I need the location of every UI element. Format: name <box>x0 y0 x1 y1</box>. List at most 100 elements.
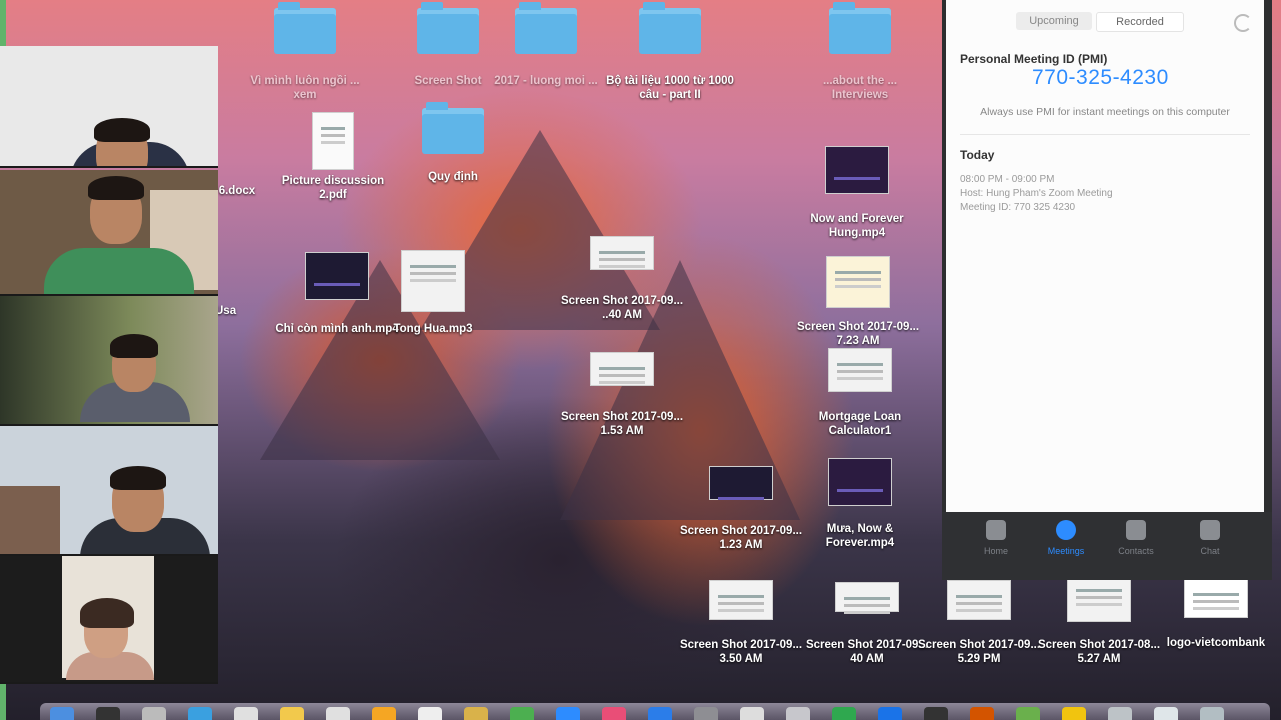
desktop-file[interactable]: Screen Shot 2017-09... 40 AM <box>802 582 932 666</box>
photos-icon[interactable] <box>372 707 396 720</box>
app-store-icon[interactable] <box>648 707 672 720</box>
settings-icon[interactable] <box>694 707 718 720</box>
participant-body <box>44 248 194 294</box>
screenshot-thumbnail-icon <box>835 582 899 612</box>
desktop-item-label: logo-vietcombank <box>1166 637 1266 649</box>
desktop-file[interactable]: Screen Shot 2017-09... 7.23 AM <box>793 256 923 348</box>
audio-file-icon <box>401 250 465 312</box>
desktop-item-label: Picture discussion 2.pdf <box>281 175 385 201</box>
participant-video-tile[interactable] <box>0 170 218 296</box>
participant-video-tile[interactable] <box>0 46 218 168</box>
desktop-file[interactable]: Screen Shot 2017-09... 3.50 AM <box>676 580 806 666</box>
messages-icon[interactable] <box>510 707 534 720</box>
safari-icon[interactable] <box>142 707 166 720</box>
desktop-item-label: Screen Shot 2017-09... 40 AM <box>805 639 929 665</box>
desktop-item-label: Screen Shot 2017-09... 1.23 AM <box>679 525 803 551</box>
desktop-item-label: Vì mình luôn ngồi ... xem <box>250 75 360 101</box>
participant-video-tile[interactable] <box>0 296 218 426</box>
tab-meetings[interactable]: Meetings <box>1036 520 1096 556</box>
meeting-time[interactable]: 08:00 PM - 09:00 PM <box>960 174 1055 185</box>
mail-icon[interactable] <box>188 707 212 720</box>
divider <box>960 134 1250 135</box>
desktop-item-label: Screen Shot 2017-09... 5.29 PM <box>917 639 1041 665</box>
music-icon[interactable] <box>602 707 626 720</box>
desktop-folder[interactable]: Quy định <box>388 102 518 184</box>
calendar-icon[interactable] <box>234 707 258 720</box>
screenshot-thumbnail-icon <box>947 580 1011 620</box>
meeting-id[interactable]: Meeting ID: 770 325 4230 <box>960 202 1075 213</box>
folder-icon <box>639 2 701 54</box>
app-icon[interactable] <box>1108 707 1132 720</box>
folder-icon <box>829 2 891 54</box>
reminders-icon[interactable] <box>326 707 350 720</box>
finder-icon[interactable] <box>50 707 74 720</box>
folder-icon <box>274 2 336 54</box>
zoom-meetings-panel: Upcoming Recorded Personal Meeting ID (P… <box>942 0 1272 580</box>
desktop-file[interactable]: Screen Shot 2017-09... 1.53 AM <box>557 352 687 438</box>
tab-label: Meetings <box>1047 546 1085 556</box>
desktop-folder[interactable]: Vì mình luôn ngồi ... xem <box>240 2 370 102</box>
app-icon[interactable] <box>418 707 442 720</box>
screenshot-thumbnail-icon <box>709 466 773 500</box>
pdf-icon <box>312 112 354 170</box>
meetings-card: Upcoming Recorded Personal Meeting ID (P… <box>946 0 1264 512</box>
desktop-folder[interactable]: ...about the ... Interviews <box>795 2 925 102</box>
desktop-folder[interactable]: Bộ tài liệu 1000 từ 1000 câu - part II <box>605 2 735 102</box>
pmi-number[interactable]: 770-325-4230 <box>1032 66 1169 90</box>
participant-hair <box>94 118 150 142</box>
app-icon[interactable] <box>786 707 810 720</box>
desktop-file[interactable]: Tong Hua.mp3 <box>368 250 498 336</box>
app-icon[interactable] <box>1062 707 1086 720</box>
app-icon[interactable] <box>924 707 948 720</box>
desktop-file[interactable]: Now and Forever Hung.mp4 <box>792 146 922 240</box>
video-thumbnail-icon <box>828 458 892 506</box>
app-icon[interactable] <box>970 707 994 720</box>
trash-icon[interactable] <box>1200 707 1224 720</box>
clock-icon <box>1056 520 1076 540</box>
desktop-item-label: Screen Shot 2017-09... 1.53 AM <box>560 411 684 437</box>
tab-contacts[interactable]: Contacts <box>1106 520 1166 556</box>
contacts-icon <box>1126 520 1146 540</box>
desktop-item-label: Mortgage Loan Calculator1 <box>818 411 902 437</box>
desktop-file[interactable]: Screen Shot 2017-08... 5.27 AM <box>1034 574 1164 666</box>
tab-chat[interactable]: Chat <box>1180 520 1240 556</box>
desktop-item-label: Quy định <box>428 171 478 183</box>
desktop-file[interactable]: logo-vietcombank <box>1151 578 1281 650</box>
tab-home[interactable]: Home <box>966 520 1026 556</box>
desktop-item-label: Screen Shot 2017-08... 5.27 AM <box>1037 639 1161 665</box>
tab-upcoming[interactable]: Upcoming <box>1016 12 1092 30</box>
pmi-note[interactable]: Always use PMI for instant meetings on t… <box>946 106 1264 118</box>
app-icon[interactable] <box>878 707 902 720</box>
desktop-folder[interactable]: 2017 - luong moi ... <box>481 2 611 88</box>
tab-label: Chat <box>1200 546 1220 556</box>
zoom-icon[interactable] <box>556 707 580 720</box>
participant-hair <box>88 176 144 200</box>
screenshot-thumbnail-icon <box>1067 574 1131 622</box>
desktop-item-label: Screen Shot 2017-09... 7.23 AM <box>796 321 920 347</box>
refresh-icon[interactable] <box>1234 14 1252 32</box>
app-icon[interactable] <box>1016 707 1040 720</box>
app-icon[interactable] <box>464 707 488 720</box>
app-icon[interactable] <box>740 707 764 720</box>
desktop-file[interactable]: Mưa, Now & Forever.mp4 <box>795 458 925 550</box>
desktop-item-label: Now and Forever Hung.mp4 <box>810 213 904 239</box>
app-icon[interactable] <box>1154 707 1178 720</box>
desktop-item-label: 2017 - luong moi ... <box>494 75 598 87</box>
participant-video-tile[interactable] <box>0 556 218 684</box>
desktop-item-label: ...about the ... Interviews <box>822 75 898 101</box>
launchpad-icon[interactable] <box>96 707 120 720</box>
desktop-file[interactable]: Screen Shot 2017-09... 5.29 PM <box>914 580 1044 666</box>
video-thumbnail-icon <box>305 252 369 300</box>
desktop-file[interactable]: Picture discussion 2.pdf <box>268 112 398 202</box>
screenshot-thumbnail-icon <box>590 352 654 386</box>
notes-icon[interactable] <box>280 707 304 720</box>
desktop-file[interactable]: Screen Shot 2017-09... 1.23 AM <box>676 466 806 552</box>
desktop-file[interactable]: Screen Shot 2017-09... ..40 AM <box>557 236 687 322</box>
meeting-host[interactable]: Host: Hung Pham's Zoom Meeting <box>960 188 1113 199</box>
tab-recorded[interactable]: Recorded <box>1096 12 1184 32</box>
participant-video-tile[interactable] <box>0 426 218 556</box>
screenshot-thumbnail-icon <box>826 256 890 308</box>
desktop-file[interactable]: Mortgage Loan Calculator1 <box>795 348 925 438</box>
desktop-item-label: Screen Shot 2017-09... ..40 AM <box>560 295 684 321</box>
app-icon[interactable] <box>832 707 856 720</box>
